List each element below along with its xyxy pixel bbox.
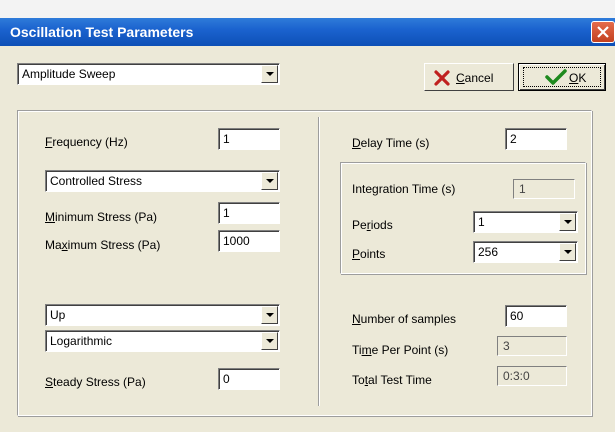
- chevron-down-icon: [564, 250, 572, 254]
- direction-dropdown-button[interactable]: [261, 306, 278, 324]
- points-select[interactable]: 256: [473, 241, 578, 263]
- test-type-value: Amplitude Sweep: [22, 67, 116, 81]
- ok-button[interactable]: OK: [518, 63, 606, 91]
- scale-value: Logarithmic: [50, 334, 113, 348]
- time-per-point-label: Time Per Point (s): [352, 343, 449, 357]
- close-icon: [597, 26, 609, 38]
- min-stress-input[interactable]: 1: [218, 202, 280, 224]
- steady-stress-label: Steady Stress (Pa): [45, 375, 146, 389]
- cancel-button[interactable]: Cancel: [424, 63, 514, 91]
- green-check-icon: [545, 69, 567, 85]
- points-dropdown-button[interactable]: [559, 243, 576, 261]
- integration-time-value-box: 1: [513, 179, 575, 199]
- points-value: 256: [478, 245, 499, 259]
- periods-value: 1: [478, 215, 485, 229]
- scale-dropdown-button[interactable]: [261, 332, 278, 350]
- frequency-label: Frequency (Hz): [45, 135, 128, 149]
- points-label: Points: [352, 247, 386, 261]
- periods-select[interactable]: 1: [473, 211, 578, 233]
- time-per-point-value-box: 3: [497, 336, 567, 356]
- samples-input[interactable]: 60: [505, 305, 567, 327]
- delay-time-label: Delay Time (s): [352, 136, 430, 150]
- min-stress-label: Minimum Stress (Pa): [45, 210, 158, 224]
- ok-label: OK: [569, 71, 587, 85]
- scale-select[interactable]: Logarithmic: [45, 330, 280, 352]
- control-mode-value: Controlled Stress: [50, 174, 143, 188]
- total-time-value-box: 0:3:0: [497, 366, 567, 386]
- total-time-label: Total Test Time: [352, 373, 432, 387]
- red-x-icon: [434, 70, 450, 86]
- samples-label: Number of samples: [352, 312, 457, 326]
- close-button[interactable]: [591, 21, 615, 43]
- window-title: Oscillation Test Parameters: [10, 24, 194, 40]
- direction-value: Up: [50, 308, 66, 322]
- background-window-strip: [0, 0, 615, 18]
- cancel-label: Cancel: [456, 71, 494, 85]
- control-mode-select[interactable]: Controlled Stress: [45, 170, 280, 192]
- max-stress-label: Maximum Stress (Pa): [45, 238, 161, 252]
- chevron-down-icon: [266, 339, 274, 343]
- chevron-down-icon: [266, 72, 274, 76]
- control-mode-dropdown-button[interactable]: [261, 172, 278, 190]
- periods-label: Periods: [352, 218, 393, 232]
- chevron-down-icon: [266, 313, 274, 317]
- max-stress-input[interactable]: 1000: [218, 230, 280, 252]
- direction-select[interactable]: Up: [45, 304, 280, 326]
- column-divider: [318, 117, 319, 406]
- chevron-down-icon: [266, 179, 274, 183]
- frequency-input[interactable]: 1: [218, 128, 280, 150]
- steady-stress-input[interactable]: 0: [218, 368, 280, 390]
- periods-dropdown-button[interactable]: [559, 213, 576, 231]
- chevron-down-icon: [564, 220, 572, 224]
- test-type-select[interactable]: Amplitude Sweep: [17, 63, 280, 85]
- delay-time-input[interactable]: 2: [505, 128, 567, 150]
- test-type-dropdown-button[interactable]: [261, 65, 278, 83]
- integration-time-label: Integration Time (s): [352, 182, 456, 196]
